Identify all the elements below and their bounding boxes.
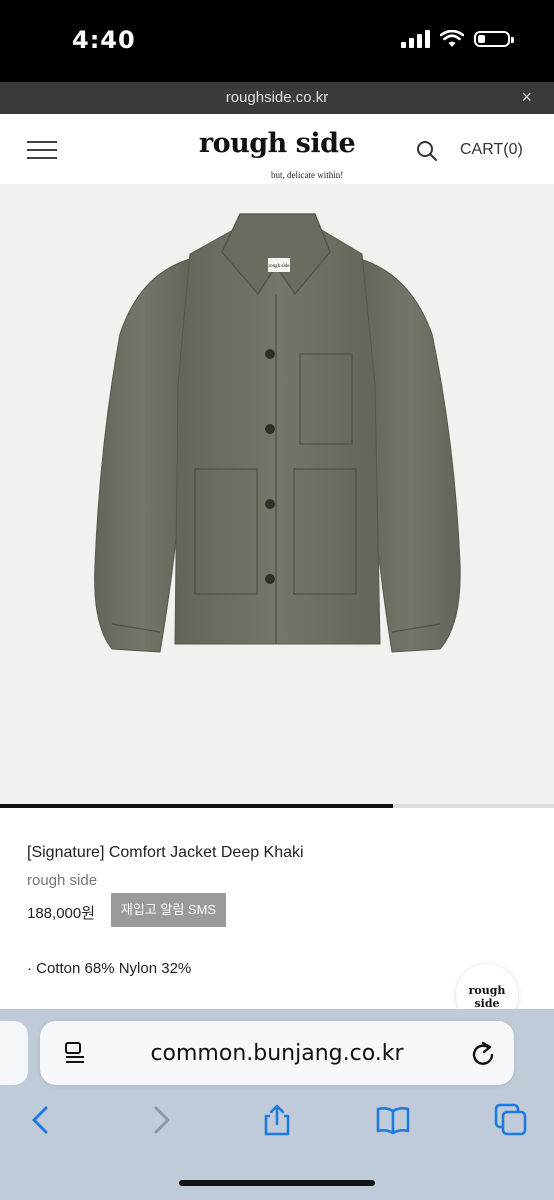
share-icon[interactable] <box>260 1103 294 1137</box>
bookmarks-icon[interactable] <box>376 1103 410 1137</box>
tabs-icon[interactable] <box>494 1103 528 1137</box>
image-carousel-progress <box>0 804 554 808</box>
fab-label: rough side <box>468 984 506 1009</box>
product-price: 188,000원 <box>27 905 96 922</box>
address-text: common.bunjang.co.kr <box>150 1041 404 1066</box>
forward-icon[interactable] <box>144 1103 178 1137</box>
product-image[interactable]: rough side <box>0 184 554 804</box>
product-spec: · Cotton 68% Nylon 32% <box>27 960 192 977</box>
home-indicator <box>179 1180 375 1186</box>
site-header: rough side but, delicate within! CART(0) <box>0 114 554 184</box>
cart-link[interactable]: CART(0) <box>460 141 523 159</box>
jacket-illustration: rough side <box>94 213 461 653</box>
battery-icon <box>474 31 514 47</box>
progress-fill <box>0 804 394 808</box>
domain-label: roughside.co.kr <box>225 89 329 106</box>
signal-icon <box>401 30 430 48</box>
web-page: rough side but, delicate within! CART(0) <box>0 114 554 1009</box>
status-time: 4:40 <box>72 26 136 54</box>
back-icon[interactable] <box>24 1103 58 1137</box>
close-icon[interactable]: × <box>521 87 532 108</box>
reload-icon[interactable] <box>470 1039 496 1067</box>
logo-tagline: but, delicate within! <box>271 170 344 180</box>
restock-sms-button[interactable]: 재입고 알림 SMS <box>111 893 226 927</box>
svg-text:rough side: rough side <box>269 264 291 269</box>
previous-tab-card[interactable] <box>0 1021 28 1085</box>
browser-toolbar: common.bunjang.co.kr <box>0 1009 554 1200</box>
address-bar[interactable]: common.bunjang.co.kr <box>40 1021 514 1085</box>
floating-brand-button[interactable]: rough side <box>456 964 518 1009</box>
logo-text: rough side <box>198 128 356 159</box>
status-bar: 4:40 <box>0 0 554 82</box>
product-title: [Signature] Comfort Jacket Deep Khaki <box>27 844 304 861</box>
status-icons <box>401 30 514 48</box>
search-icon[interactable] <box>416 140 438 162</box>
product-brand[interactable]: rough side <box>27 872 97 889</box>
wifi-icon <box>440 30 464 47</box>
browser-domain-strip: roughside.co.kr × <box>0 82 554 114</box>
